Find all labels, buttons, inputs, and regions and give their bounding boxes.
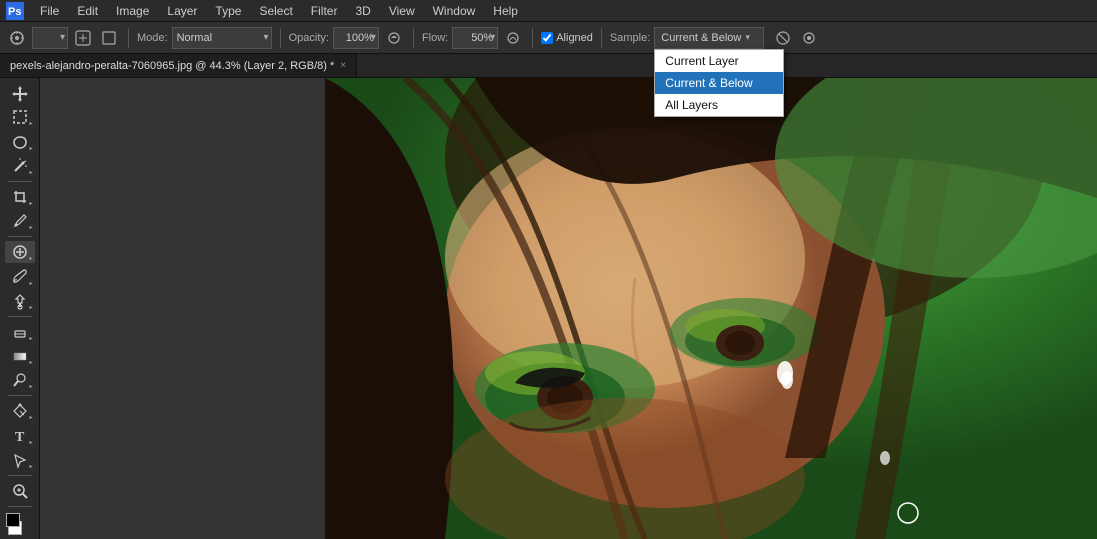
aligned-checkbox-label[interactable]: Aligned [541,32,593,44]
menu-file[interactable]: File [32,2,67,20]
tool-sep1 [8,181,32,182]
menu-3d[interactable]: 3D [347,2,378,20]
tool-sep3 [8,316,32,317]
sample-select-button[interactable]: Current & Below ▾ [654,27,764,49]
sample-value-text: Current & Below [661,32,741,44]
path-selection-tool[interactable]: ▸ [5,449,35,471]
flow-input[interactable] [452,27,498,49]
sample-option-all-layers[interactable]: All Layers [655,94,783,116]
sample-option-current-layer[interactable]: Current Layer [655,50,783,72]
toolbox: ▸ ▸ ▸ ▸ [0,78,40,539]
clone-source-icon[interactable] [798,27,820,49]
menu-filter[interactable]: Filter [303,2,346,20]
eyedropper-tool[interactable]: ▸ [5,210,35,232]
toolbar: 50 Mode: Normal Opacity: Flow: [0,22,1097,54]
opacity-input[interactable] [333,27,379,49]
menu-select[interactable]: Select [251,2,300,20]
brush-angle-icon[interactable] [98,27,120,49]
dodge-tool[interactable]: ▸ [5,369,35,391]
menu-view[interactable]: View [381,2,423,20]
tab-close-button[interactable]: × [340,60,346,71]
mode-select-wrapper: Normal [172,27,272,49]
brush-size-input[interactable]: 50 [32,27,68,49]
sep2 [280,28,281,48]
tab-filename: pexels-alejandro-peralta-7060965.jpg @ 4… [10,60,334,72]
foreground-color [6,513,20,527]
flow-wrapper [452,27,498,49]
menu-type[interactable]: Type [207,2,249,20]
opacity-pressure-icon[interactable] [383,27,405,49]
tool-sep6 [8,506,32,507]
healing-brush-tool[interactable]: ▸ [5,241,35,263]
sample-dropdown-container: Current & Below ▾ Current Layer Current … [654,27,764,49]
aligned-text: Aligned [556,32,593,44]
magic-wand-tool[interactable]: ▸ [5,155,35,177]
color-swatches[interactable] [6,513,34,535]
sample-dropdown-menu: Current Layer Current & Below All Layers [654,49,784,117]
brush-preset-icon[interactable] [72,27,94,49]
active-tab[interactable]: pexels-alejandro-peralta-7060965.jpg @ 4… [0,54,357,77]
sample-label: Sample: [610,32,650,44]
menu-layer[interactable]: Layer [159,2,205,20]
canvas-photo-svg [325,78,1097,539]
flow-pressure-icon[interactable] [502,27,524,49]
canvas-dark-panel [40,78,325,539]
mode-select[interactable]: Normal [172,27,272,49]
chevron-down-icon: ▾ [745,32,750,43]
tabbar: pexels-alejandro-peralta-7060965.jpg @ 4… [0,54,1097,78]
opacity-label: Opacity: [289,32,329,44]
brush-tool[interactable]: ▸ [5,265,35,287]
sep1 [128,28,129,48]
menu-edit[interactable]: Edit [69,2,106,20]
tool-sep5 [8,475,32,476]
ignore-adjustment-icon[interactable] [772,27,794,49]
opacity-wrapper [333,27,379,49]
tool-preset-icon[interactable] [6,27,28,49]
menu-image[interactable]: Image [108,2,157,20]
flow-label: Flow: [422,32,448,44]
sample-option-current-below[interactable]: Current & Below [655,72,783,94]
aligned-checkbox[interactable] [541,32,553,44]
type-tool[interactable]: T ▸ [5,424,35,446]
brush-size-wrapper: 50 [32,27,68,49]
crop-tool[interactable]: ▸ [5,186,35,208]
lasso-tool[interactable]: ▸ [5,130,35,152]
tool-sep4 [8,395,32,396]
zoom-tool[interactable] [5,480,35,502]
marquee-tool[interactable]: ▸ [5,106,35,128]
ps-logo: Ps [4,0,26,22]
mode-label: Mode: [137,32,168,44]
menu-window[interactable]: Window [425,2,484,20]
sep3 [413,28,414,48]
sep4 [532,28,533,48]
canvas-area [40,78,1097,539]
menu-help[interactable]: Help [485,2,526,20]
move-tool[interactable] [5,82,35,104]
sep5 [601,28,602,48]
gradient-tool[interactable]: ▸ [5,345,35,367]
main-area: ▸ ▸ ▸ ▸ [0,78,1097,539]
menubar: Ps File Edit Image Layer Type Select Fil… [0,0,1097,22]
eraser-tool[interactable]: ▸ [5,321,35,343]
pen-tool[interactable]: ▸ [5,400,35,422]
svg-text:Ps: Ps [8,6,21,18]
svg-text:T: T [15,430,25,445]
tool-sep2 [8,236,32,237]
clone-stamp-tool[interactable]: ▸ [5,290,35,312]
canvas-image[interactable] [325,78,1097,539]
